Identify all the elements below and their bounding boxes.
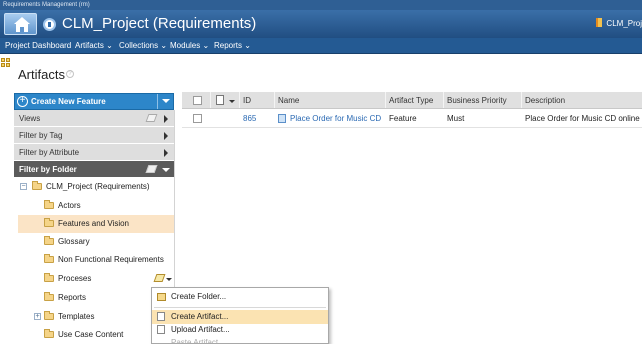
folder-icon: [44, 311, 54, 320]
tree-folder-label: Reports: [58, 293, 87, 302]
chevron-right-icon: [164, 149, 168, 157]
folder-icon: [44, 254, 54, 263]
folder-icon: [44, 292, 54, 301]
cell-name[interactable]: Place Order for Music CD: [275, 109, 386, 127]
folder-icon: [157, 293, 166, 301]
column-header-business-priority[interactable]: Business Priority: [444, 92, 522, 108]
chevron-right-icon: [164, 115, 168, 123]
menu-item-label: Upload Artifact...: [171, 325, 230, 334]
document-icon: [216, 95, 235, 105]
feature-icon: [278, 114, 286, 123]
project-area-icon: [596, 18, 603, 27]
section-filter-by-folder-label: Filter by Folder: [19, 165, 77, 174]
widgets-icon[interactable]: [1, 58, 11, 68]
section-filter-by-attribute[interactable]: Filter by Attribute: [14, 144, 174, 161]
cell-artifact-type: Feature: [389, 114, 417, 123]
section-filter-by-folder[interactable]: Filter by Folder: [14, 161, 174, 178]
menu-modules[interactable]: Modules ⌄: [170, 38, 209, 54]
create-new-feature-label: Create New Feature: [31, 97, 106, 106]
tree-folder-label: Templates: [58, 312, 95, 321]
tree-folder-glossary[interactable]: Glossary: [18, 233, 174, 251]
folder-open-icon: [32, 181, 42, 190]
menu-collections[interactable]: Collections ⌄: [119, 38, 167, 54]
table-row[interactable]: 865 Place Order for Music CD Feature Mus…: [182, 109, 642, 128]
menu-item-upload-artifact[interactable]: Upload Artifact...: [152, 323, 328, 337]
menu-reports[interactable]: Reports ⌄: [214, 38, 251, 54]
tree-folder-label: Actors: [58, 201, 81, 210]
chevron-down-icon: [162, 168, 170, 172]
main-menu: Project Dashboard Artifacts ⌄ Collection…: [0, 38, 642, 54]
menu-item-create-folder[interactable]: Create Folder...: [152, 290, 328, 304]
project-icon: [43, 18, 56, 31]
window-title-bar: Requirements Management (rm): [0, 0, 642, 10]
menu-item-label: Create Folder...: [171, 292, 227, 301]
folder-context-menu: Create Folder... Create Artifact... Uplo…: [151, 287, 329, 344]
menu-item-paste-artifact: Paste Artifact: [152, 336, 328, 344]
collapse-icon[interactable]: −: [20, 183, 27, 190]
tree-root-label: CLM_Project (Requirements): [46, 182, 150, 191]
tree-folder-features-and-vision[interactable]: Features and Vision: [18, 215, 174, 233]
project-switcher[interactable]: CLM_Proj: [596, 18, 642, 28]
row-select-cell: [182, 109, 211, 127]
section-views[interactable]: Views: [14, 110, 174, 127]
tree-folder-proceses[interactable]: Proceses: [18, 270, 174, 288]
app-banner: CLM_Project (Requirements) CLM_Proj: [0, 10, 642, 38]
cell-name-link[interactable]: Place Order for Music CD: [290, 109, 381, 127]
tree-folder-actors[interactable]: Actors: [18, 197, 174, 215]
folder-icon: [44, 329, 54, 338]
chevron-down-icon: [166, 278, 172, 281]
section-filter-by-tag-label: Filter by Tag: [19, 131, 63, 140]
tree-root[interactable]: − CLM_Project (Requirements): [18, 178, 174, 196]
section-filter-by-tag[interactable]: Filter by Tag: [14, 127, 174, 144]
cell-business-priority: Must: [447, 114, 465, 123]
tree-folder-label: Features and Vision: [58, 219, 130, 228]
page-title: Artifacts: [18, 67, 65, 82]
cell-description: Place Order for Music CD online: [525, 114, 640, 123]
edit-icon[interactable]: [145, 114, 158, 122]
menu-project-dashboard[interactable]: Project Dashboard: [5, 38, 71, 54]
row-checkbox[interactable]: [193, 114, 202, 123]
grid-header: ID Name Artifact Type Business Priority …: [182, 92, 642, 109]
tree-folder-label: Glossary: [58, 237, 90, 246]
folder-icon: [44, 273, 54, 282]
plus-icon: +: [17, 96, 28, 107]
create-new-feature-button[interactable]: + Create New Feature: [14, 93, 174, 110]
tree-folder-non-functional-requirements[interactable]: Non Functional Requirements: [18, 251, 174, 269]
expand-icon[interactable]: +: [34, 313, 41, 320]
artifact-type-icon-column[interactable]: [211, 92, 240, 108]
document-icon: [157, 312, 165, 321]
menu-separator: [154, 307, 326, 308]
section-views-label: Views: [19, 114, 41, 123]
chevron-right-icon: [164, 132, 168, 140]
menu-item-label: Create Artifact...: [171, 312, 229, 321]
column-header-artifact-type[interactable]: Artifact Type: [386, 92, 444, 108]
window-title: Requirements Management (rm): [3, 2, 90, 8]
column-header-description[interactable]: Description: [522, 92, 642, 108]
folder-actions-button[interactable]: [153, 273, 172, 285]
help-icon[interactable]: ?: [66, 70, 74, 78]
tree-folder-label: Proceses: [58, 274, 92, 283]
select-all-column: [182, 92, 211, 108]
menu-artifacts[interactable]: Artifacts ⌄: [75, 38, 113, 54]
folder-icon: [44, 218, 54, 227]
cell-id[interactable]: 865: [240, 109, 275, 127]
select-all-checkbox[interactable]: [193, 96, 202, 105]
column-header-id[interactable]: ID: [240, 92, 275, 108]
home-icon[interactable]: [4, 13, 37, 35]
column-header-name[interactable]: Name: [275, 92, 386, 108]
menu-item-create-artifact[interactable]: Create Artifact...: [152, 310, 328, 324]
project-title: CLM_Project (Requirements): [62, 15, 257, 32]
folder-icon: [44, 200, 54, 209]
section-filter-by-attribute-label: Filter by Attribute: [19, 148, 80, 157]
edit-icon[interactable]: [145, 165, 158, 173]
menu-item-label: Paste Artifact: [171, 338, 219, 344]
chevron-down-icon[interactable]: [157, 94, 173, 109]
folder-icon: [44, 236, 54, 245]
project-switcher-label: CLM_Proj: [606, 19, 642, 28]
upload-icon: [157, 325, 165, 334]
pencil-icon: [153, 274, 166, 282]
tree-folder-label: Non Functional Requirements: [58, 255, 164, 264]
tree-folder-label: Use Case Content: [58, 330, 124, 339]
